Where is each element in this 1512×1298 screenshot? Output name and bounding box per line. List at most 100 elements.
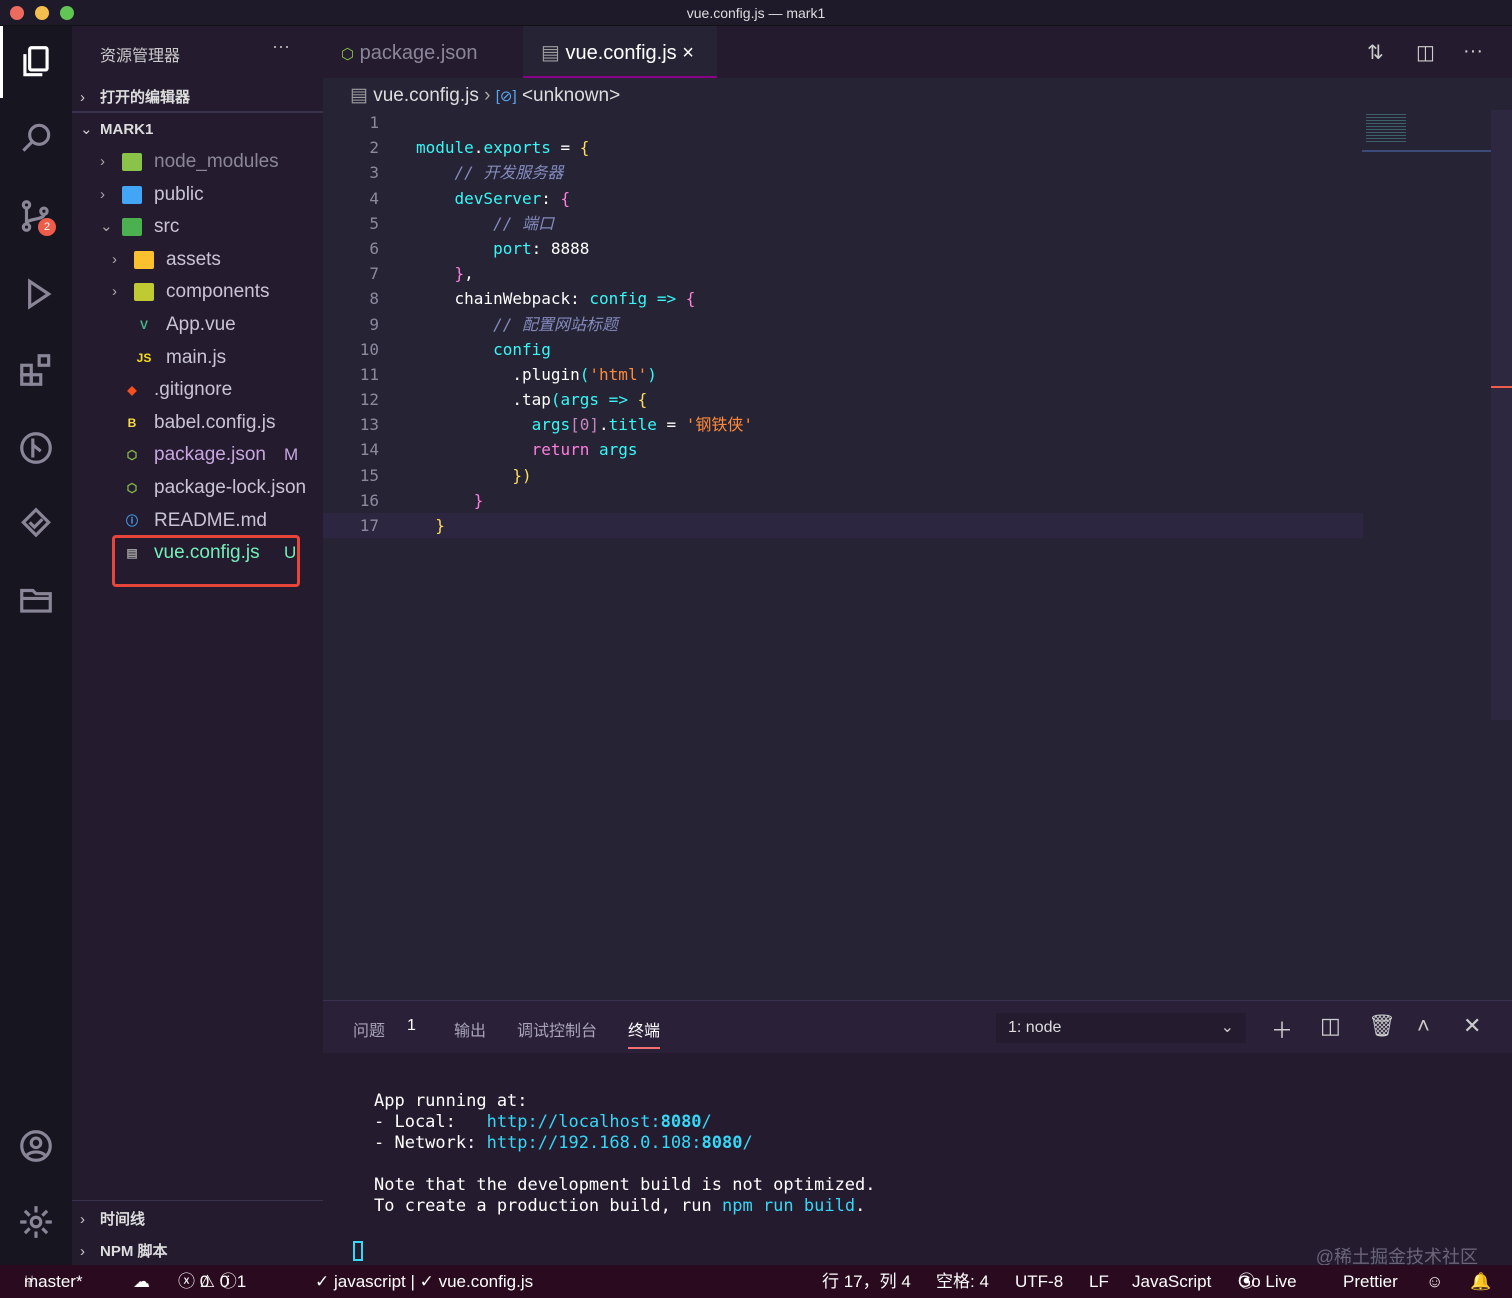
tab-debug-console[interactable]: 调试控制台	[517, 1017, 597, 1041]
split-editor-icon[interactable]: ◫	[1416, 40, 1435, 65]
terminal-output[interactable]: App running at: - Local: http://localhos…	[374, 1091, 876, 1217]
nodejs-icon: ⬡	[126, 448, 138, 463]
source-control-icon[interactable]: 2	[14, 194, 58, 238]
maximize-panel-icon[interactable]: ˄	[1417, 1013, 1430, 1039]
maximize-window-button[interactable]	[60, 6, 74, 20]
project-manager-icon[interactable]	[14, 578, 58, 622]
npm-scripts-label: NPM 脚本	[100, 1243, 168, 1260]
extensions-icon[interactable]	[14, 348, 58, 392]
tab-vue-config-js[interactable]: ▤ vue.config.js ×	[523, 26, 717, 78]
notifications-bell-icon[interactable]: 🔔	[1470, 1265, 1491, 1298]
problems-status[interactable]: ⓧ 0 ⚠ 0 ⓘ 1	[178, 1265, 246, 1298]
breadcrumb-file[interactable]: vue.config.js	[373, 85, 479, 106]
tab-problems[interactable]: 问题	[353, 1017, 385, 1041]
code-token: port	[416, 238, 532, 258]
breadcrumb-symbol[interactable]: <unknown>	[522, 85, 620, 106]
tab-package-json[interactable]: ⬡ package.json	[341, 26, 521, 78]
code-line: 2 module.exports = {	[323, 135, 1363, 160]
tab-output[interactable]: 输出	[454, 1017, 486, 1041]
tree-item[interactable]: › public	[72, 179, 323, 211]
code-token: 'html'	[589, 364, 648, 384]
branch-label: master*	[24, 1272, 83, 1291]
code-line: 12 .tap(args => {	[323, 387, 1363, 412]
tree-item[interactable]: V App.vue	[72, 309, 323, 341]
code-line: 10 config	[323, 337, 1363, 362]
network-port: 8080	[701, 1133, 743, 1153]
account-icon[interactable]	[14, 1124, 58, 1168]
tree-item[interactable]: › assets	[72, 244, 323, 276]
code-token: config	[589, 289, 648, 309]
vue-config-icon: ▤	[350, 85, 368, 106]
more-actions-button[interactable]: ···	[272, 36, 290, 57]
close-window-button[interactable]	[10, 6, 24, 20]
tree-item[interactable]: ⌄ src	[72, 211, 323, 243]
tree-item[interactable]: JS main.js	[72, 342, 323, 374]
close-panel-icon[interactable]: ✕	[1463, 1013, 1481, 1039]
editor-scrollbar[interactable]	[1491, 110, 1512, 720]
project-section[interactable]: ⌄ MARK1	[72, 120, 323, 138]
tree-item[interactable]: ⓘ README.md	[72, 505, 323, 537]
local-url-end: /	[701, 1112, 712, 1132]
new-terminal-icon[interactable]: ＋	[1271, 1013, 1293, 1045]
search-icon[interactable]	[14, 116, 58, 160]
timeline-section[interactable]: › 时间线	[72, 1208, 323, 1229]
end-of-line[interactable]: LF	[1089, 1265, 1109, 1298]
cursor-position[interactable]: 行 17，列 4	[822, 1265, 911, 1298]
indentation[interactable]: 空格: 4	[936, 1265, 989, 1298]
network-url-end: /	[742, 1133, 753, 1153]
tree-item[interactable]: Bbabel.config.js	[72, 407, 323, 439]
explorer-icon[interactable]	[14, 40, 58, 84]
prettier-status[interactable]: Prettier	[1343, 1265, 1398, 1298]
eslint-status[interactable]: ✓ javascript | ✓ vue.config.js	[315, 1265, 533, 1298]
tree-item[interactable]: ⬡ package-lock.json	[72, 472, 323, 504]
tree-item-label: assets	[166, 248, 221, 270]
terminal-select[interactable]: 1: node ⌄	[996, 1013, 1246, 1043]
terminal-line: - Local:	[374, 1112, 487, 1132]
folder-src-icon	[122, 218, 142, 237]
split-terminal-icon[interactable]: ◫	[1320, 1013, 1341, 1039]
tree-item[interactable]: ⬡ package.json M	[72, 439, 323, 471]
more-actions-icon[interactable]: ···	[1463, 40, 1483, 63]
vue-config-icon: ▤	[541, 42, 560, 64]
editor-tabs: ⬡ package.json ▤ vue.config.js × ⇅ ◫ ···	[323, 26, 1512, 78]
settings-gear-icon[interactable]	[14, 1200, 58, 1244]
compare-changes-icon[interactable]: ⇅	[1367, 40, 1384, 65]
local-url[interactable]: http://localhost:	[487, 1112, 661, 1132]
tab-terminal[interactable]: 终端	[628, 1017, 661, 1049]
babel-icon: B	[127, 415, 137, 430]
close-tab-icon[interactable]: ×	[682, 42, 694, 64]
code-token: =>	[599, 390, 638, 410]
network-url[interactable]: http://192.168.0.108:	[487, 1133, 702, 1153]
activity-bar: 2	[0, 26, 72, 1265]
sync-cloud-icon[interactable]: ☁	[133, 1265, 150, 1298]
tree-item-label: components	[166, 281, 270, 303]
code-line: 8 chainWebpack: config => {	[323, 286, 1363, 311]
info-icon: ⓘ	[125, 513, 138, 528]
explorer-title: 资源管理器	[100, 48, 181, 65]
terminal-line-end: .	[855, 1196, 866, 1216]
code-token: :	[541, 188, 561, 208]
code-token: config	[416, 339, 551, 359]
code-token: 8888	[550, 238, 590, 258]
open-editors-section[interactable]: › 打开的编辑器	[72, 86, 323, 107]
code-token: {	[560, 188, 571, 208]
git-graph-icon[interactable]	[14, 426, 58, 470]
line-number: 13	[359, 415, 379, 435]
encoding[interactable]: UTF-8	[1015, 1265, 1063, 1298]
feedback-icon[interactable]: ☺	[1426, 1265, 1443, 1298]
language-mode[interactable]: JavaScript	[1132, 1265, 1211, 1298]
run-debug-icon[interactable]	[14, 272, 58, 316]
minimize-window-button[interactable]	[35, 6, 49, 20]
testing-icon[interactable]	[14, 502, 58, 546]
code-editor[interactable]: 1 2 module.exports = {3 // 开发服务器 4 devServe…	[323, 110, 1363, 539]
tree-item-label: node_modules	[154, 151, 279, 172]
minimap[interactable]	[1362, 110, 1492, 160]
tree-item[interactable]: › components	[72, 276, 323, 308]
tree-item[interactable]: ◆ .gitignore	[72, 374, 323, 406]
bottom-panel: 问题 1 输出 调试控制台 终端 1: node ⌄ ＋ ◫ 🗑 ˄ ✕ App …	[323, 1000, 1512, 1267]
chevron-icon: ›	[112, 283, 117, 301]
code-token: {	[685, 289, 696, 309]
npm-scripts-section[interactable]: › NPM 脚本	[72, 1240, 323, 1261]
tree-item[interactable]: › node_modules	[72, 146, 323, 178]
trash-icon[interactable]: 🗑	[1368, 1013, 1396, 1039]
